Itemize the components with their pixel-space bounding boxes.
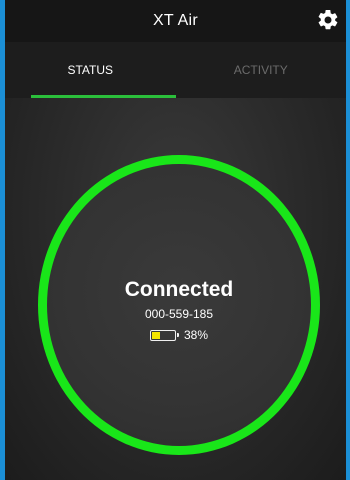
battery-percentage: 38% bbox=[183, 328, 209, 342]
connection-status-ring: Connected 000-559-185 38% bbox=[38, 155, 320, 455]
connection-status: Connected bbox=[124, 278, 234, 301]
device-id: 000-559-185 bbox=[144, 307, 214, 321]
gear-icon[interactable] bbox=[316, 8, 340, 32]
tab-status-label: STATUS bbox=[67, 63, 114, 77]
tab-status[interactable]: STATUS bbox=[5, 42, 176, 98]
app-window: XT Air STATUS ACTIVITY Connected 000-559… bbox=[0, 0, 350, 480]
tab-bar: STATUS ACTIVITY bbox=[5, 42, 346, 98]
tab-activity-label: ACTIVITY bbox=[233, 63, 288, 77]
tab-activity[interactable]: ACTIVITY bbox=[176, 42, 347, 98]
app-title: XT Air bbox=[152, 12, 199, 29]
active-tab-indicator bbox=[31, 95, 176, 98]
battery-fill bbox=[151, 331, 160, 339]
title-bar: XT Air bbox=[5, 0, 346, 42]
battery-status: 38% bbox=[149, 328, 209, 342]
battery-icon bbox=[149, 329, 179, 341]
